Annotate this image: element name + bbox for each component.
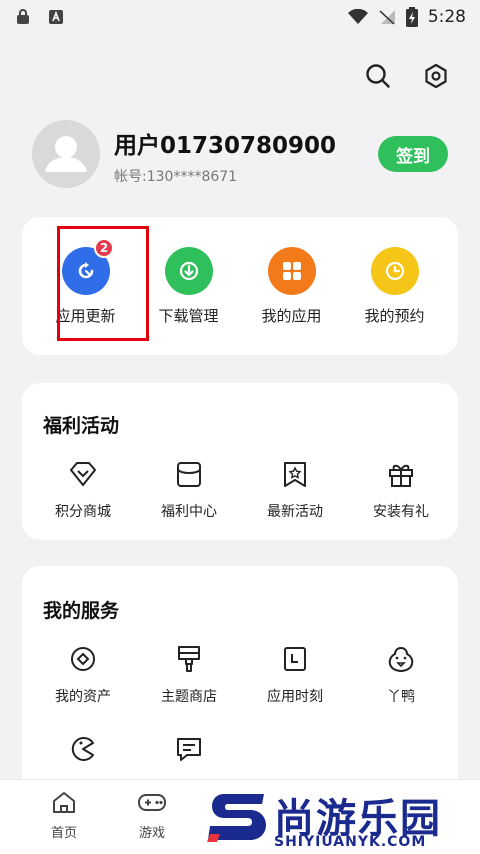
theme-store-label: 主题商店	[161, 689, 217, 705]
duck-icon	[388, 646, 414, 673]
my-apps-label: 我的应用	[261, 307, 322, 325]
wifi-icon	[347, 9, 368, 24]
theme-store-button[interactable]: 主题商店	[136, 644, 242, 706]
account-number: 帐号:130****8671	[114, 166, 237, 186]
game-center-button[interactable]	[30, 734, 136, 764]
quick-actions-card: 2 应用更新 下载管理 我的应用 我的预约	[22, 217, 458, 355]
my-reservations-button[interactable]: 我的预约	[343, 247, 446, 326]
lock-notification-icon	[17, 9, 29, 24]
star-bookmark-icon	[284, 462, 306, 487]
watermark-subtext: SHIYIUANYK.COM	[274, 834, 427, 850]
my-reservations-label: 我的预约	[364, 307, 425, 325]
points-mall-button[interactable]: 积分商城	[30, 459, 136, 521]
reservations-circle	[370, 247, 419, 295]
download-circle	[164, 247, 213, 295]
gift-icon	[389, 464, 413, 487]
download-icon	[179, 261, 198, 281]
coin-icon	[71, 647, 95, 671]
checkin-button[interactable]: 签到	[378, 136, 448, 172]
ya-duck-button[interactable]: 丫鸭	[348, 644, 454, 706]
app-moments-button[interactable]: 应用时刻	[242, 644, 348, 706]
avatar[interactable]	[32, 120, 100, 188]
bag-icon	[177, 462, 201, 487]
home-icon	[53, 792, 75, 813]
points-mall-label: 积分商城	[55, 504, 111, 520]
welfare-center-button[interactable]: 福利中心	[136, 459, 242, 521]
nav-home-label: 首页	[50, 826, 77, 841]
download-manager-label: 下载管理	[158, 307, 219, 325]
message-icon	[177, 738, 201, 761]
my-assets-label: 我的资产	[55, 689, 111, 705]
account-label: 帐号:	[114, 169, 147, 185]
battery-icon	[405, 7, 418, 27]
account-value: 130****8671	[146, 169, 238, 185]
download-manager-button[interactable]: 下载管理	[137, 247, 240, 326]
latest-activities-button[interactable]: 最新活动	[242, 459, 348, 521]
app-notification-icon	[49, 10, 63, 24]
feedback-button[interactable]	[136, 734, 242, 764]
nav-games[interactable]: 游戏	[122, 790, 182, 841]
gear-icon	[425, 63, 447, 89]
status-time: 5:28	[427, 7, 466, 27]
highlight-annotation-box	[57, 226, 149, 341]
search-icon	[366, 64, 390, 88]
services-title: 我的服务	[43, 600, 120, 622]
profile-section: 用户01730780900 帐号:130****8671 签到	[32, 120, 452, 190]
pacman-icon	[71, 737, 94, 761]
ya-duck-label: 丫鸭	[387, 689, 415, 705]
welfare-card: 福利活动 积分商城 福利中心 最新活动 安装有礼	[22, 383, 458, 540]
diamond-icon	[70, 462, 96, 486]
signal-icon	[379, 10, 395, 25]
my-assets-button[interactable]: 我的资产	[30, 644, 136, 706]
username: 用户01730780900	[114, 133, 337, 159]
install-gift-label: 安装有礼	[373, 504, 429, 520]
brush-icon	[178, 646, 200, 672]
my-apps-circle	[267, 247, 316, 295]
top-actions	[364, 62, 450, 90]
install-gift-button[interactable]: 安装有礼	[348, 459, 454, 521]
gamepad-icon	[138, 794, 166, 811]
app-moments-label: 应用时刻	[267, 689, 323, 705]
user-avatar-icon	[45, 136, 87, 172]
latest-activities-label: 最新活动	[267, 504, 323, 520]
clock-icon	[385, 261, 404, 281]
search-button[interactable]	[364, 62, 392, 90]
watermark-logo-icon	[207, 794, 266, 842]
calendar-icon	[284, 647, 306, 671]
services-card: 我的服务 我的资产 主题商店 应用时刻 丫鸭	[22, 566, 458, 806]
settings-button[interactable]	[422, 62, 450, 90]
my-apps-button[interactable]: 我的应用	[240, 247, 343, 326]
apps-grid-icon	[282, 262, 301, 280]
status-bar: 5:28	[0, 0, 480, 34]
nav-home[interactable]: 首页	[34, 790, 94, 841]
welfare-title: 福利活动	[43, 415, 120, 437]
welfare-center-label: 福利中心	[161, 504, 217, 520]
nav-games-label: 游戏	[138, 826, 165, 841]
watermark: 尚游乐园 SHIYIUANYK.COM	[200, 784, 480, 854]
